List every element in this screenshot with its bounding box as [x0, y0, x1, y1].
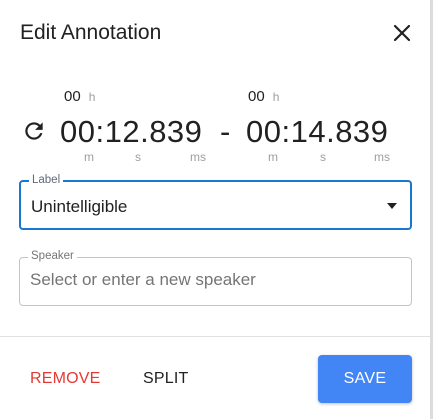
label-legend: Label [29, 174, 64, 186]
close-icon [393, 24, 411, 42]
speaker-field[interactable]: Speaker [19, 250, 412, 306]
start-hours-value: 00 [64, 88, 81, 105]
refresh-icon[interactable] [21, 118, 47, 144]
end-ms-unit: ms [374, 150, 390, 164]
dialog-title: Edit Annotation [20, 21, 162, 44]
dialog-header: Edit Annotation [0, 0, 433, 66]
split-button[interactable]: SPLIT [143, 370, 188, 388]
close-button[interactable] [387, 18, 417, 48]
end-minutes-unit: m [268, 150, 278, 164]
label-value: Unintelligible [31, 197, 128, 216]
speaker-legend: Speaker [28, 250, 77, 262]
time-separator: - [220, 114, 231, 149]
start-ms-unit: ms [190, 150, 206, 164]
start-hours-unit: h [88, 90, 96, 104]
start-hours[interactable]: 00 h [64, 88, 95, 105]
edit-annotation-dialog: Edit Annotation 00 h 00 h 00:12.839 - 00:1… [0, 0, 433, 419]
actions-divider [0, 336, 430, 337]
label-select[interactable]: Label Unintelligible [19, 174, 412, 230]
end-hours-unit: h [272, 90, 280, 104]
arrow-drop-down-icon[interactable] [387, 203, 397, 209]
start-minutes-unit: m [84, 150, 94, 164]
start-time[interactable]: 00:12.839 [60, 114, 202, 150]
end-time[interactable]: 00:14.839 [246, 114, 388, 150]
end-seconds-unit: s [320, 150, 326, 164]
time-editor: 00 h 00 h 00:12.839 - 00:14.839 m s ms m s… [0, 82, 433, 166]
end-hours[interactable]: 00 h [248, 88, 279, 105]
remove-button[interactable]: REMOVE [30, 370, 101, 388]
end-hours-value: 00 [248, 88, 265, 105]
start-seconds-unit: s [135, 150, 141, 164]
speaker-input[interactable] [30, 270, 400, 290]
save-button[interactable]: SAVE [318, 355, 412, 403]
